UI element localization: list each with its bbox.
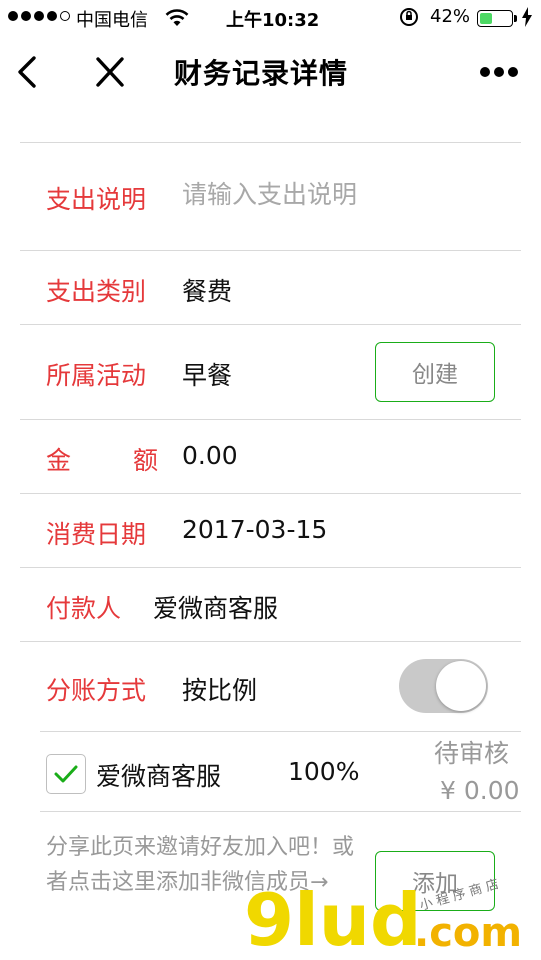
charging-bolt-icon [522, 7, 532, 32]
clock-time: 上午10:32 [226, 10, 320, 31]
watermark-tagline: 小 程 序 商 店 [418, 876, 501, 914]
close-button[interactable] [92, 53, 128, 91]
back-button[interactable] [14, 50, 44, 94]
payer-value[interactable]: 爱微商客服 [153, 589, 278, 625]
amount-label: 金 额 [46, 441, 158, 477]
battery-fill [480, 13, 492, 24]
member-amount: ¥ 0.00 [440, 776, 520, 805]
screen: 中国电信 上午10:32 42% 财务记录详情 支出说明 请输入支出说明 支出类… [0, 0, 541, 960]
description-label: 支出说明 [46, 185, 147, 214]
watermark-domain: .com [414, 910, 523, 956]
signal-dot-empty [60, 11, 70, 21]
divider [20, 419, 521, 420]
amount-label-char: 额 [132, 446, 158, 475]
category-label: 支出类别 [46, 277, 147, 306]
amount-value[interactable]: 0.00 [182, 441, 238, 470]
member-checkbox[interactable] [46, 754, 86, 794]
chevron-left-icon [18, 56, 36, 88]
member-name: 爱微商客服 [96, 762, 222, 791]
amount-label-char: 金 [46, 446, 72, 475]
member-percent: 100% [288, 757, 360, 786]
more-dots-icon [480, 67, 518, 77]
close-icon [96, 57, 124, 87]
more-button[interactable] [478, 64, 520, 80]
split-method-label: 分账方式 [46, 676, 147, 705]
date-value[interactable]: 2017-03-15 [182, 515, 327, 544]
divider [20, 250, 521, 251]
split-toggle[interactable] [399, 659, 488, 713]
battery-icon [477, 10, 513, 27]
divider [20, 567, 521, 568]
page-title: 财务记录详情 [174, 57, 349, 90]
signal-dot [47, 11, 57, 21]
category-value[interactable]: 餐费 [182, 272, 232, 308]
date-label: 消费日期 [46, 520, 147, 549]
create-activity-button[interactable]: 创建 [375, 342, 495, 402]
orientation-lock-icon [398, 6, 420, 33]
divider [40, 731, 521, 732]
payer-label: 付款人 [46, 594, 122, 623]
member-status: 待审核 [434, 739, 510, 768]
navigation-bar: 财务记录详情 [0, 36, 541, 108]
checkmark-icon [54, 765, 78, 783]
toggle-knob [436, 661, 486, 711]
signal-strength-icon [8, 11, 70, 21]
wifi-icon [164, 6, 190, 33]
signal-dot [21, 11, 31, 21]
watermark-main: 9lud [244, 878, 422, 960]
activity-label: 所属活动 [46, 361, 147, 390]
signal-dot [8, 11, 18, 21]
battery-tip [514, 15, 517, 22]
description-input[interactable] [182, 180, 502, 209]
divider [20, 493, 521, 494]
signal-dot [34, 11, 44, 21]
watermark-logo: 小 程 序 商 店 9lud .com [238, 877, 538, 960]
carrier-name: 中国电信 [76, 10, 148, 31]
divider [20, 142, 521, 143]
divider [20, 324, 521, 325]
divider [40, 811, 521, 812]
activity-value[interactable]: 早餐 [182, 356, 232, 392]
split-method-value: 按比例 [182, 676, 258, 705]
battery-percent: 42% [430, 6, 471, 27]
divider [20, 641, 521, 642]
status-bar: 中国电信 上午10:32 42% [0, 0, 541, 36]
